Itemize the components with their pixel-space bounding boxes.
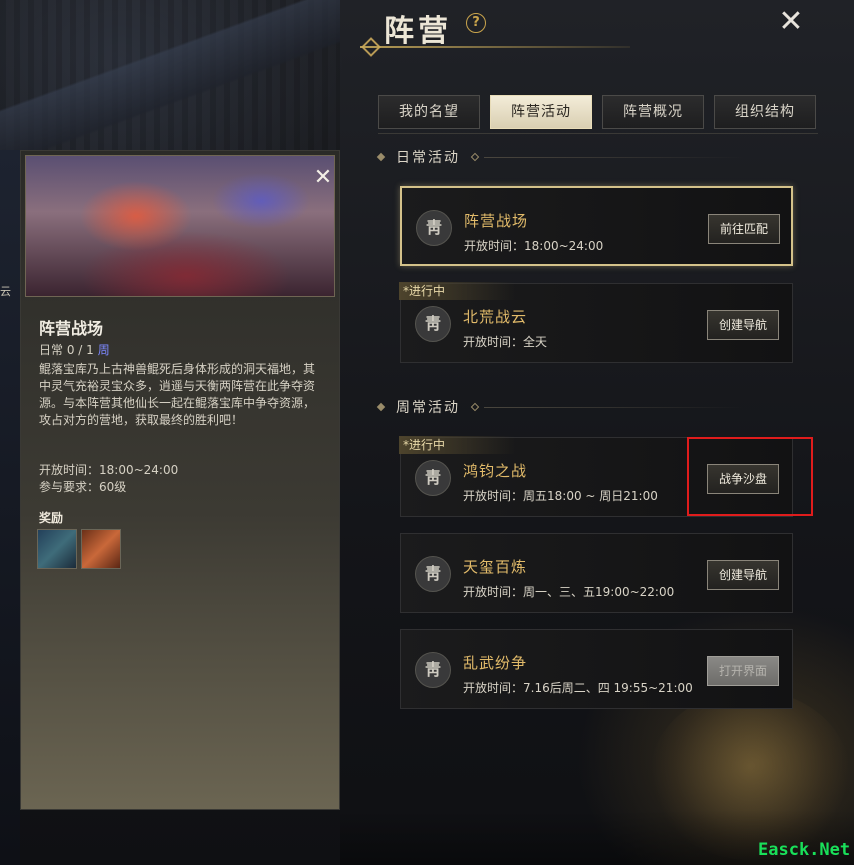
section-divider — [484, 406, 744, 408]
in-progress-tag: *进行中 — [399, 282, 516, 300]
detail-count-text: 日常 0 / 1 — [39, 343, 94, 357]
tab-organization[interactable]: 组织结构 — [714, 95, 816, 129]
faction-emblem-icon: 靑 — [416, 210, 452, 246]
faction-emblem-icon: 靑 — [415, 652, 451, 688]
activity-banner-image: ✕ — [25, 155, 335, 297]
section-daily-header: 日常活动 — [376, 147, 744, 167]
activity-time: 开放时间：周一、三、五19:00~22:00 — [463, 585, 675, 599]
activity-card[interactable]: 靑 天玺百炼 开放时间：周一、三、五19:00~22:00 创建导航 — [400, 533, 793, 613]
activity-name: 鸿钧之战 — [463, 462, 528, 480]
activity-detail-panel: ✕ 阵营战场 日常 0 / 1周 鲲落宝库乃上古神兽鲲死后身体形成的洞天福地，其… — [20, 150, 340, 810]
activity-time: 开放时间：18:00~24:00 — [464, 239, 604, 253]
activity-time: 开放时间：7.16后周二、四 19:55~21:00 — [463, 681, 693, 695]
detail-count: 日常 0 / 1周 — [39, 341, 110, 358]
reward-item-scroll-icon[interactable] — [81, 529, 121, 569]
faction-emblem-icon: 靑 — [415, 306, 451, 342]
close-icon[interactable]: ✕ — [776, 7, 806, 38]
activity-name: 乱武纷争 — [463, 654, 528, 672]
create-navigation-button[interactable]: 创建导航 — [707, 560, 779, 590]
tab-my-reputation[interactable]: 我的名望 — [378, 95, 480, 129]
page-title: 阵营 — [384, 14, 452, 49]
site-watermark: Easck.Net — [758, 840, 851, 860]
background-left-strip — [0, 150, 20, 865]
activity-card[interactable]: 靑 阵营战场 开放时间：18:00~24:00 前往匹配 — [400, 186, 793, 266]
create-navigation-button[interactable]: 创建导航 — [707, 310, 779, 340]
tab-bar: 我的名望 阵营活动 阵营概况 组织结构 — [378, 95, 816, 131]
activity-name: 阵营战场 — [464, 212, 529, 230]
tabs-divider — [378, 133, 818, 134]
side-hint-text: 云 — [0, 285, 11, 298]
section-weekly-label: 周常活动 — [396, 400, 460, 416]
section-weekly-header: 周常活动 — [376, 397, 744, 417]
reward-item-blade-icon[interactable] — [37, 529, 77, 569]
detail-open-time: 开放时间：18:00~24:00 — [39, 463, 179, 477]
activity-card[interactable]: *进行中 靑 北荒战云 开放时间：全天 创建导航 — [399, 282, 793, 363]
go-match-button[interactable]: 前往匹配 — [708, 214, 780, 244]
activity-time: 开放时间：周五18:00 ~ 周日21:00 — [463, 489, 658, 503]
tab-faction-overview[interactable]: 阵营概况 — [602, 95, 704, 129]
detail-description: 鲲落宝库乃上古神兽鲲死后身体形成的洞天福地，其中灵气充裕灵宝众多，逍遥与天衡两阵… — [39, 362, 316, 427]
diamond-outline-icon — [470, 152, 480, 162]
section-divider — [484, 156, 744, 158]
annotation-highlight-box — [687, 437, 813, 516]
tab-faction-activities[interactable]: 阵营活动 — [490, 95, 592, 129]
open-interface-button[interactable]: 打开界面 — [707, 656, 779, 686]
activity-name: 天玺百炼 — [463, 558, 528, 576]
diamond-outline-icon — [470, 402, 480, 412]
detail-requirement: 参与要求：60级 — [39, 480, 127, 494]
activity-name: 北荒战云 — [463, 308, 528, 326]
section-daily-label: 日常活动 — [396, 150, 460, 166]
header-divider — [360, 46, 630, 48]
diamond-icon — [376, 402, 386, 412]
weekly-badge: 周 — [97, 343, 110, 357]
diamond-icon — [376, 152, 386, 162]
reward-label: 奖励 — [39, 511, 64, 525]
help-icon[interactable]: ? — [466, 13, 486, 33]
faction-emblem-icon: 靑 — [415, 556, 451, 592]
detail-title: 阵营战场 — [39, 319, 104, 338]
close-icon[interactable]: ✕ — [312, 167, 334, 190]
in-progress-tag: *进行中 — [399, 436, 516, 454]
detail-info: 开放时间：18:00~24:00 参与要求：60级 — [39, 462, 178, 496]
background-buildings — [0, 0, 340, 150]
activity-card[interactable]: 靑 乱武纷争 开放时间：7.16后周二、四 19:55~21:00 打开界面 — [400, 629, 793, 709]
faction-emblem-icon: 靑 — [415, 460, 451, 496]
activity-time: 开放时间：全天 — [463, 335, 548, 349]
